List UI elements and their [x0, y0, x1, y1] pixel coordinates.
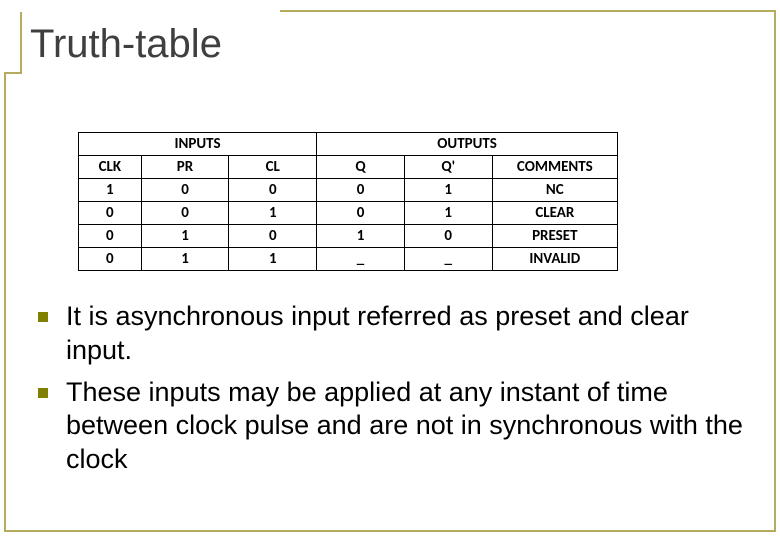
- cell: 0: [79, 248, 142, 271]
- cell: 1: [229, 202, 317, 225]
- cell: PRESET: [492, 225, 617, 248]
- table-row: 1 0 0 0 1 NC: [79, 179, 618, 202]
- slide-title: Truth-table: [30, 22, 222, 67]
- bullet-item: These inputs may be applied at any insta…: [38, 376, 750, 477]
- cell: 0: [141, 179, 229, 202]
- cell: 1: [404, 202, 492, 225]
- cell: 1: [79, 179, 142, 202]
- outputs-group-header: OUTPUTS: [317, 133, 618, 156]
- cell: NC: [492, 179, 617, 202]
- truth-table: INPUTS OUTPUTS CLK PR CL Q Q' COMMENTS 1…: [78, 132, 618, 271]
- cell: 0: [141, 202, 229, 225]
- col-q: Q: [317, 156, 405, 179]
- table-row: 0 0 1 0 1 CLEAR: [79, 202, 618, 225]
- title-notch: [4, 10, 22, 74]
- cell: 0: [79, 202, 142, 225]
- bullet-text: These inputs may be applied at any insta…: [66, 376, 750, 477]
- group-header-row: INPUTS OUTPUTS: [79, 133, 618, 156]
- cell: _: [317, 248, 405, 271]
- cell: 0: [404, 225, 492, 248]
- col-qp: Q': [404, 156, 492, 179]
- table-row: 0 1 1 _ _ INVALID: [79, 248, 618, 271]
- bullet-list: It is asynchronous input referred as pre…: [38, 300, 750, 485]
- table-row: 0 1 0 1 0 PRESET: [79, 225, 618, 248]
- bullet-item: It is asynchronous input referred as pre…: [38, 300, 750, 368]
- square-bullet-icon: [38, 312, 48, 322]
- col-cl: CL: [229, 156, 317, 179]
- cell: 1: [229, 248, 317, 271]
- cell: 1: [404, 179, 492, 202]
- cell: 1: [141, 225, 229, 248]
- cell: 1: [141, 248, 229, 271]
- inputs-group-header: INPUTS: [79, 133, 317, 156]
- cell: 1: [317, 225, 405, 248]
- square-bullet-icon: [38, 388, 48, 398]
- col-comments: COMMENTS: [492, 156, 617, 179]
- cell: 0: [317, 179, 405, 202]
- col-clk: CLK: [79, 156, 142, 179]
- table: INPUTS OUTPUTS CLK PR CL Q Q' COMMENTS 1…: [78, 132, 618, 271]
- cell: INVALID: [492, 248, 617, 271]
- cell: 0: [79, 225, 142, 248]
- title-mask: [20, 8, 280, 12]
- cell: 0: [229, 225, 317, 248]
- cell: _: [404, 248, 492, 271]
- cell: 0: [229, 179, 317, 202]
- column-header-row: CLK PR CL Q Q' COMMENTS: [79, 156, 618, 179]
- cell: 0: [317, 202, 405, 225]
- cell: CLEAR: [492, 202, 617, 225]
- col-pr: PR: [141, 156, 229, 179]
- bullet-text: It is asynchronous input referred as pre…: [66, 300, 750, 368]
